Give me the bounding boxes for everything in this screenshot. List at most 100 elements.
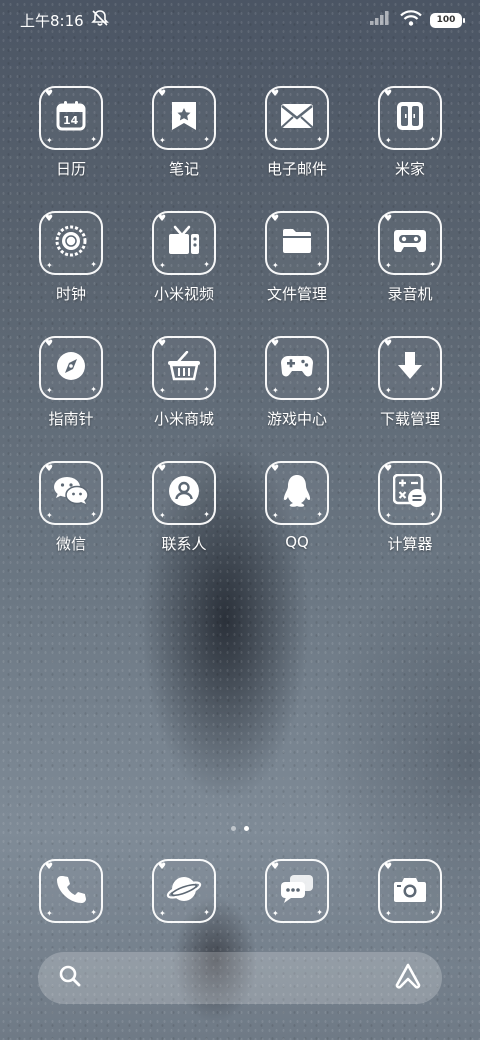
heart-decoration-icon: ♥ bbox=[384, 214, 393, 224]
gamepad-icon bbox=[280, 354, 314, 382]
icon-tile[interactable]: ♥ ✦ ✦ bbox=[152, 86, 216, 150]
tv-icon bbox=[167, 225, 201, 261]
mail-icon bbox=[280, 103, 314, 133]
heart-decoration-icon: ♥ bbox=[158, 89, 167, 99]
app-wechat[interactable]: ♥ ✦ ✦ 微信 bbox=[21, 461, 121, 554]
qq-penguin-icon bbox=[283, 474, 311, 512]
heart-decoration-icon: ♥ bbox=[45, 862, 54, 872]
icon-tile[interactable]: ♥ ✦ ✦ bbox=[152, 336, 216, 400]
app-label: 小米视频 bbox=[153, 285, 214, 303]
app-notes[interactable]: ♥ ✦ ✦ 笔记 bbox=[134, 86, 234, 179]
dock-messages[interactable]: ♥ ✦ ✦ bbox=[247, 859, 347, 923]
icon-tile[interactable]: ♥ ✦ ✦ bbox=[39, 859, 103, 923]
clock-icon bbox=[54, 224, 88, 262]
icon-tile[interactable]: ♥ ✦ ✦ bbox=[378, 211, 442, 275]
heart-decoration-icon: ♥ bbox=[158, 339, 167, 349]
wechat-icon bbox=[53, 476, 89, 510]
app-label: 日历 bbox=[55, 160, 86, 178]
camera-icon bbox=[393, 875, 427, 907]
heart-decoration-icon: ♥ bbox=[271, 339, 280, 349]
status-time: 上午8:16 bbox=[20, 11, 84, 30]
search-icon[interactable] bbox=[58, 964, 82, 992]
app-game-center[interactable]: ♥ ✦ ✦ 游戏中心 bbox=[247, 336, 347, 429]
messages-icon bbox=[280, 874, 314, 908]
app-label: 小米商城 bbox=[153, 410, 214, 428]
folder-icon bbox=[281, 227, 313, 259]
icon-tile[interactable]: ♥ ✦ ✦ bbox=[39, 336, 103, 400]
app-calendar[interactable]: ♥ ✦ ✦ 14 日历 bbox=[21, 86, 121, 179]
app-label: 微信 bbox=[55, 535, 86, 553]
app-mi-store[interactable]: ♥ ✦ ✦ 小米商城 bbox=[134, 336, 234, 429]
calculator-icon bbox=[392, 473, 427, 512]
heart-decoration-icon: ♥ bbox=[384, 89, 393, 99]
icon-tile[interactable]: ♥ ✦ ✦ bbox=[39, 211, 103, 275]
icon-tile[interactable]: ♥ ✦ ✦ bbox=[265, 86, 329, 150]
app-mi-video[interactable]: ♥ ✦ ✦ 小米视频 bbox=[134, 211, 234, 304]
heart-decoration-icon: ♥ bbox=[384, 464, 393, 474]
icon-tile[interactable]: ♥ ✦ ✦ bbox=[378, 461, 442, 525]
heart-decoration-icon: ♥ bbox=[271, 464, 280, 474]
heart-decoration-icon: ♥ bbox=[158, 464, 167, 474]
app-clock[interactable]: ♥ ✦ ✦ 时钟 bbox=[21, 211, 121, 304]
dock-camera[interactable]: ♥ ✦ ✦ bbox=[360, 859, 460, 923]
heart-decoration-icon: ♥ bbox=[384, 862, 393, 872]
shopping-basket-icon bbox=[167, 350, 201, 385]
heart-decoration-icon: ♥ bbox=[45, 464, 54, 474]
icon-tile[interactable]: ♥ ✦ ✦ bbox=[265, 211, 329, 275]
assistant-icon[interactable] bbox=[394, 963, 422, 993]
app-label: 计算器 bbox=[387, 535, 433, 553]
page-indicator[interactable] bbox=[0, 826, 480, 831]
app-download-manager[interactable]: ♥ ✦ ✦ 下载管理 bbox=[360, 336, 460, 429]
app-recorder[interactable]: ♥ ✦ ✦ 录音机 bbox=[360, 211, 460, 304]
icon-tile[interactable]: ♥ ✦ ✦ bbox=[152, 461, 216, 525]
icon-tile[interactable]: ♥ ✦ ✦ bbox=[265, 461, 329, 525]
app-label: 电子邮件 bbox=[266, 160, 327, 178]
heart-decoration-icon: ♥ bbox=[271, 214, 280, 224]
download-arrow-icon bbox=[397, 351, 423, 385]
home-door-icon bbox=[395, 100, 425, 136]
search-bar[interactable] bbox=[38, 952, 442, 1004]
app-mail[interactable]: ♥ ✦ ✦ 电子邮件 bbox=[247, 86, 347, 179]
app-compass[interactable]: ♥ ✦ ✦ 指南针 bbox=[21, 336, 121, 429]
icon-tile[interactable]: ♥ ✦ ✦ 14 bbox=[39, 86, 103, 150]
app-qq[interactable]: ♥ ✦ ✦ QQ bbox=[247, 461, 347, 551]
notes-icon bbox=[169, 100, 199, 136]
wifi-icon bbox=[400, 10, 422, 30]
app-label: 游戏中心 bbox=[266, 410, 327, 428]
icon-tile[interactable]: ♥ ✦ ✦ bbox=[152, 211, 216, 275]
app-mi-home[interactable]: ♥ ✦ ✦ 米家 bbox=[360, 86, 460, 179]
heart-decoration-icon: ♥ bbox=[158, 862, 167, 872]
icon-tile[interactable]: ♥ ✦ ✦ bbox=[378, 336, 442, 400]
icon-tile[interactable]: ♥ ✦ ✦ bbox=[265, 859, 329, 923]
heart-decoration-icon: ♥ bbox=[271, 862, 280, 872]
app-label: QQ bbox=[285, 533, 309, 551]
app-label: 笔记 bbox=[168, 160, 199, 178]
calendar-date: 14 bbox=[63, 114, 79, 127]
icon-tile[interactable]: ♥ ✦ ✦ bbox=[378, 859, 442, 923]
browser-planet-icon bbox=[166, 873, 202, 909]
mute-icon bbox=[90, 9, 110, 31]
calendar-icon: 14 bbox=[55, 100, 87, 136]
dock-phone[interactable]: ♥ ✦ ✦ bbox=[21, 859, 121, 923]
app-label: 录音机 bbox=[387, 285, 433, 303]
heart-decoration-icon: ♥ bbox=[384, 339, 393, 349]
icon-tile[interactable]: ♥ ✦ ✦ bbox=[39, 461, 103, 525]
app-label: 米家 bbox=[394, 160, 425, 178]
status-bar: 上午8:16 100 bbox=[0, 0, 480, 40]
app-label: 下载管理 bbox=[379, 410, 440, 428]
heart-decoration-icon: ♥ bbox=[45, 214, 54, 224]
app-file-manager[interactable]: ♥ ✦ ✦ 文件管理 bbox=[247, 211, 347, 304]
battery-level: 100 bbox=[436, 15, 456, 25]
page-dot-active[interactable] bbox=[244, 826, 249, 831]
app-label: 联系人 bbox=[161, 535, 207, 553]
app-label: 时钟 bbox=[55, 285, 86, 303]
icon-tile[interactable]: ♥ ✦ ✦ bbox=[152, 859, 216, 923]
dock-browser[interactable]: ♥ ✦ ✦ bbox=[134, 859, 234, 923]
icon-tile[interactable]: ♥ ✦ ✦ bbox=[265, 336, 329, 400]
compass-icon bbox=[55, 350, 87, 386]
page-dot[interactable] bbox=[231, 826, 236, 831]
app-calculator[interactable]: ♥ ✦ ✦ 计算器 bbox=[360, 461, 460, 554]
heart-decoration-icon: ♥ bbox=[158, 214, 167, 224]
app-contacts[interactable]: ♥ ✦ ✦ 联系人 bbox=[134, 461, 234, 554]
icon-tile[interactable]: ♥ ✦ ✦ bbox=[378, 86, 442, 150]
